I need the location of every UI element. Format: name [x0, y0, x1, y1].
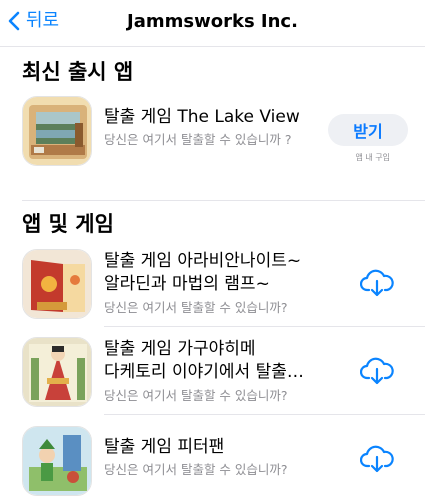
app-title[interactable]: 탈출 게임 The Lake View [104, 106, 300, 128]
app-icon-lake-view[interactable] [22, 96, 92, 166]
row-divider [104, 414, 425, 415]
navigation-bar: 뒤로 Jammsworks Inc. [0, 0, 425, 46]
cloud-download-icon[interactable] [360, 444, 394, 474]
page-title: Jammsworks Inc. [127, 11, 298, 32]
get-button[interactable]: 받기 [328, 114, 408, 146]
app-icon-arabian-nights[interactable] [22, 249, 92, 319]
app-subtitle: 당신은 여기서 탈출할 수 있습니까? [104, 388, 288, 403]
app-title-line1[interactable]: 탈출 게임 아라비안나이트~ [104, 250, 301, 272]
app-subtitle: 당신은 여기서 탈출할 수 있습니까? [104, 300, 288, 315]
app-subtitle: 당신은 여기서 탈출할 수 있습니까 ? [104, 132, 292, 147]
app-list-item[interactable]: 탈출 게임 피터팬 당신은 여기서 탈출할 수 있습니까? [22, 424, 414, 503]
app-subtitle: 당신은 여기서 탈출할 수 있습니까? [104, 462, 288, 477]
cloud-download-icon[interactable] [360, 356, 394, 386]
app-list-item[interactable]: 탈출 게임 아라비안나이트~ 알라딘과 마법의 램프~ 당신은 여기서 탈출할 … [22, 248, 414, 328]
section-divider [22, 200, 425, 201]
app-icon-kaguyahime[interactable] [22, 337, 92, 407]
cloud-download-icon[interactable] [360, 268, 394, 298]
featured-app-row[interactable]: 탈출 게임 The Lake View 당신은 여기서 탈출할 수 있습니까 ?… [22, 96, 414, 168]
app-icon-peter-pan[interactable] [22, 426, 92, 496]
app-title-line2[interactable]: 알라딘과 마법의 램프~ [104, 273, 270, 295]
app-title-line1[interactable]: 탈출 게임 가구야히메 [104, 338, 256, 360]
app-title[interactable]: 탈출 게임 피터팬 [104, 436, 224, 458]
section-title-latest: 최신 출시 앱 [22, 60, 134, 84]
app-title-line2[interactable]: 다케토리 이야기에서 탈출… [104, 361, 304, 383]
nav-divider [0, 46, 425, 47]
in-app-purchase-note: 앱 내 구입 [355, 153, 390, 162]
app-list-item[interactable]: 탈출 게임 가구야히메 다케토리 이야기에서 탈출… 당신은 여기서 탈출할 수… [22, 336, 414, 416]
section-title-apps: 앱 및 게임 [22, 212, 114, 236]
row-divider [104, 326, 425, 327]
